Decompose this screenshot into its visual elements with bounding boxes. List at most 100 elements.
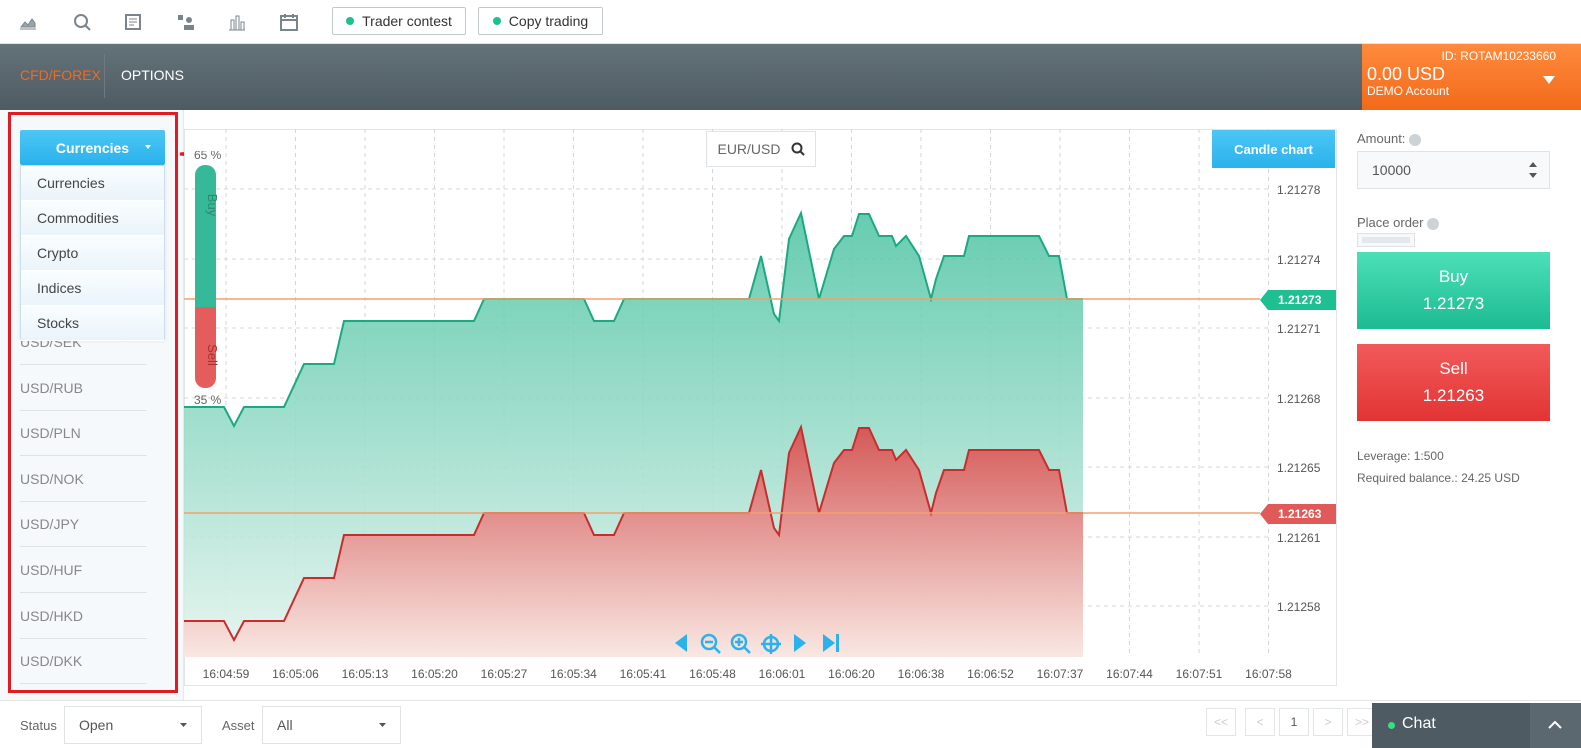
time-tick-label: 16:07:51 xyxy=(1175,667,1223,681)
news-icon[interactable] xyxy=(123,12,143,32)
search-icon xyxy=(791,142,805,156)
asset-label: Asset xyxy=(222,718,255,733)
account-balance: 0.00 USD xyxy=(1367,64,1446,84)
time-tick-label: 16:05:48 xyxy=(689,667,736,681)
price-tick-label: 1.21265 xyxy=(1277,461,1321,475)
symbol-search-label: EUR/USD xyxy=(717,141,781,157)
time-tick-label: 16:07:44 xyxy=(1106,667,1153,681)
scroll-end-icon[interactable] xyxy=(821,633,841,653)
status-dot-icon xyxy=(346,17,355,25)
trader-contest-button[interactable]: Trader contest xyxy=(332,7,466,35)
trading-app: Trader contest Copy trading CFD/FOREX OP… xyxy=(0,0,1581,748)
tab-cfd-forex[interactable]: CFD/FOREX xyxy=(20,44,101,108)
calendar-icon[interactable] xyxy=(279,12,299,32)
place-order-label: Place order xyxy=(1357,215,1440,230)
amount-label-text: Amount: xyxy=(1357,131,1406,146)
tab-divider xyxy=(104,54,105,98)
zoom-in-icon[interactable] xyxy=(730,633,752,655)
buy-sentiment-label: Buy xyxy=(205,193,220,217)
page-current[interactable]: 1 xyxy=(1279,708,1309,736)
time-tick-label: 16:05:20 xyxy=(411,667,458,681)
time-tick-label: 16:05:06 xyxy=(272,667,319,681)
account-id: ID: ROTAM10233660 xyxy=(1441,49,1557,63)
tab-options[interactable]: OPTIONS xyxy=(121,44,184,108)
asset-select-value: All xyxy=(277,717,293,733)
sell-sentiment-label: Sell xyxy=(205,344,220,366)
toggle-track xyxy=(1362,237,1410,243)
amount-input[interactable]: 10000 xyxy=(1357,151,1550,189)
place-order-label-text: Place order xyxy=(1357,215,1424,230)
copy-trading-label: Copy trading xyxy=(508,13,589,29)
chevron-down-icon xyxy=(180,723,187,727)
buy-button-price: 1.21273 xyxy=(1422,294,1485,313)
time-tick-label: 16:04:59 xyxy=(202,667,250,681)
chat-label: Chat xyxy=(1402,715,1436,732)
time-tick-label: 16:06:38 xyxy=(897,667,945,681)
buy-button[interactable]: Buy 1.21273 xyxy=(1357,252,1550,329)
candle-chart-button[interactable]: Candle chart xyxy=(1212,130,1335,168)
price-tick-label: 1.21274 xyxy=(1277,253,1321,267)
chat-widget[interactable]: Chat xyxy=(1372,703,1581,748)
zoom-out-icon[interactable] xyxy=(700,633,722,655)
required-balance-info: Required balance.: 24.25 USD xyxy=(1357,471,1520,485)
asset-select[interactable]: All xyxy=(262,706,401,744)
online-dot-icon xyxy=(1388,722,1395,729)
symbol-search[interactable]: EUR/USD xyxy=(706,131,816,167)
price-tick-label: 1.21261 xyxy=(1277,531,1321,545)
page-first[interactable]: << xyxy=(1206,708,1236,736)
area-chart-icon[interactable] xyxy=(18,12,38,32)
trader-contest-label: Trader contest xyxy=(362,13,452,29)
chevron-up-icon xyxy=(1548,721,1562,729)
sell-button-label: Sell xyxy=(1439,359,1468,378)
highlight-box xyxy=(8,112,178,693)
price-tick-label: 1.21268 xyxy=(1277,392,1321,406)
time-tick-label: 16:05:13 xyxy=(341,667,389,681)
sell-button[interactable]: Sell 1.21263 xyxy=(1357,344,1550,421)
time-tick-label: 16:06:20 xyxy=(828,667,875,681)
bar-chart-icon[interactable] xyxy=(227,12,247,32)
price-tick-label: 1.21271 xyxy=(1277,322,1321,336)
crosshair-icon[interactable] xyxy=(760,633,782,655)
chevron-down-icon[interactable] xyxy=(1543,76,1555,84)
chat-toggle[interactable] xyxy=(1530,703,1581,748)
time-tick-label: 16:05:27 xyxy=(480,667,528,681)
network-icon[interactable] xyxy=(176,12,196,32)
status-select-value: Open xyxy=(79,717,114,733)
top-toolbar: Trader contest Copy trading xyxy=(0,0,1581,44)
page-next[interactable]: > xyxy=(1313,708,1343,736)
info-icon[interactable] xyxy=(1409,133,1422,146)
magnifier-chart-icon[interactable] xyxy=(72,12,92,32)
copy-trading-button[interactable]: Copy trading xyxy=(478,7,603,35)
price-tick-label: 1.21258 xyxy=(1277,600,1321,614)
page-prev[interactable]: < xyxy=(1245,708,1275,736)
scroll-right-icon[interactable] xyxy=(792,633,808,653)
buy-price-tag: 1.21273 xyxy=(1260,290,1336,310)
place-order-toggle[interactable] xyxy=(1357,233,1415,247)
main-header: CFD/FOREX OPTIONS xyxy=(0,44,1581,110)
chevron-down-icon xyxy=(379,723,386,727)
time-tick-label: 16:06:01 xyxy=(758,667,806,681)
status-select[interactable]: Open xyxy=(64,706,202,744)
status-dot-icon xyxy=(492,17,501,25)
buy-sentiment-bar xyxy=(195,165,216,307)
time-tick-label: 16:05:41 xyxy=(619,667,667,681)
status-label: Status xyxy=(20,718,57,733)
price-tick-label: 1.21278 xyxy=(1277,183,1321,197)
sell-price-tag: 1.21263 xyxy=(1260,504,1336,524)
account-panel[interactable]: ID: ROTAM10233660 0.00 USD DEMO Account xyxy=(1362,44,1581,110)
amount-value: 10000 xyxy=(1372,162,1411,178)
scroll-left-icon[interactable] xyxy=(673,633,689,653)
price-chart-svg xyxy=(184,129,1269,657)
stepper-icon[interactable] xyxy=(1529,160,1537,180)
buy-button-label: Buy xyxy=(1438,267,1469,286)
sell-sentiment-pct: 35 % xyxy=(194,393,222,407)
amount-label: Amount: xyxy=(1357,131,1422,146)
time-tick-label: 16:06:52 xyxy=(967,667,1014,681)
time-tick-label: 16:05:34 xyxy=(550,667,597,681)
time-tick-label: 16:07:37 xyxy=(1036,667,1084,681)
time-tick-label: 16:07:58 xyxy=(1245,667,1292,681)
account-type: DEMO Account xyxy=(1367,84,1450,98)
info-icon[interactable] xyxy=(1427,217,1440,230)
sell-button-price: 1.21263 xyxy=(1422,386,1485,405)
buy-sentiment-pct: 65 % xyxy=(194,151,222,162)
